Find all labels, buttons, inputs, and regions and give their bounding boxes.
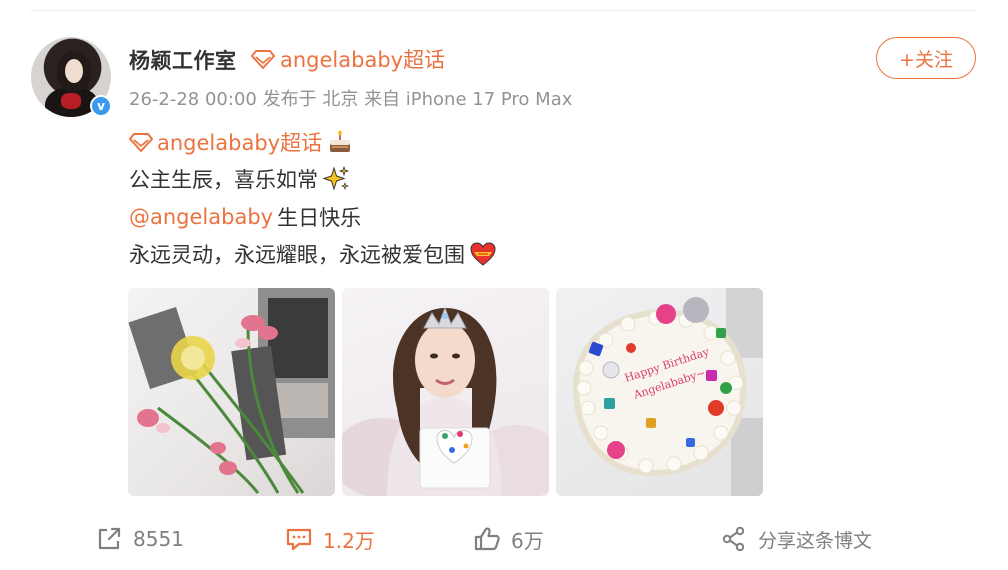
comment-count: 1.2万 <box>323 528 375 553</box>
forward-count: 8551 <box>133 527 184 551</box>
post-date[interactable]: 26-2-28 00:00 <box>129 89 257 110</box>
post-topic-line: angelababy超话 <box>129 127 354 157</box>
verified-icon: v <box>90 95 112 117</box>
post-photo-2[interactable] <box>342 288 549 496</box>
post-text: 公主生辰，喜乐如常 <box>129 168 318 192</box>
like-icon <box>474 527 500 551</box>
like-count: 6万 <box>511 528 544 553</box>
post-line-3: @angelababy 生日快乐 <box>129 202 361 232</box>
mention-link[interactable]: @angelababy <box>129 205 273 229</box>
forward-button[interactable]: 8551 <box>95 524 184 554</box>
supertopic-label: angelababy超话 <box>280 48 446 72</box>
avatar-accent <box>61 93 81 109</box>
post-meta: 26-2-28 00:00 发布于 北京 来自 iPhone 17 Pro Ma… <box>129 85 572 111</box>
post-photo-3[interactable]: Happy Birthday Angelababy~ <box>556 288 763 496</box>
sparkles-emoji <box>322 165 350 191</box>
cake-image: Happy Birthday Angelababy~ <box>572 288 763 496</box>
avatar-face <box>65 59 83 83</box>
supertopic-link-header[interactable]: angelababy超话 <box>251 44 445 74</box>
comment-button[interactable]: 1.2万 <box>285 524 375 554</box>
forward-icon <box>98 527 121 550</box>
post-line-4: 永远灵动，永远耀眼，永远被爱包围 <box>129 239 497 269</box>
share-button[interactable]: 分享这条博文 <box>720 524 872 554</box>
flowers-image <box>128 288 335 494</box>
follow-button[interactable]: +关注 <box>876 37 976 79</box>
cake-emoji <box>330 130 351 152</box>
like-button[interactable]: 6万 <box>473 524 544 554</box>
supertopic-link[interactable]: angelababy超话 <box>157 127 322 157</box>
action-bar: 8551 1.2万 6万 分享这条博文 <box>0 512 1008 570</box>
post-device: 来自 iPhone 17 Pro Max <box>364 89 573 110</box>
portrait-image <box>342 306 549 496</box>
comment-icon <box>286 528 312 551</box>
post-line-2: 公主生辰，喜乐如常 <box>129 164 350 194</box>
share-label: 分享这条博文 <box>758 529 873 552</box>
supertopic-gem-icon <box>129 133 153 152</box>
share-icon <box>722 526 745 552</box>
heart-emoji <box>470 242 496 266</box>
post-location: 发布于 北京 <box>262 89 359 110</box>
post-text: 永远灵动，永远耀眼，永远被爱包围 <box>129 243 465 267</box>
author-name[interactable]: 杨颖工作室 <box>129 45 237 75</box>
weibo-post-card: v 杨颖工作室 angelababy超话 26-2-28 00:00 发布于 北… <box>0 0 1008 570</box>
post-photo-1[interactable] <box>128 288 335 496</box>
divider <box>30 10 978 11</box>
supertopic-gem-icon <box>251 50 275 69</box>
post-text: 生日快乐 <box>277 206 362 230</box>
